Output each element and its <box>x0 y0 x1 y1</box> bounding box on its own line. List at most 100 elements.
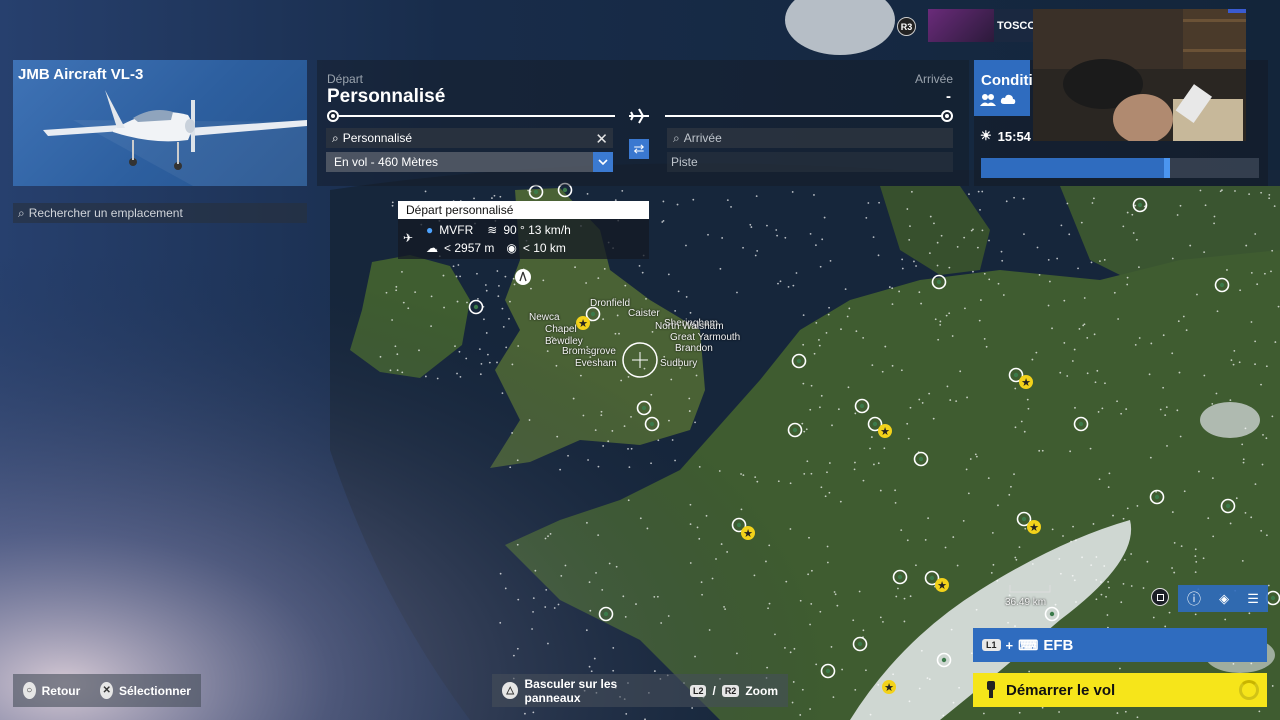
airfield-dot <box>873 463 875 466</box>
major-airport-marker[interactable]: ★ <box>882 680 896 694</box>
airfield-dot <box>815 321 818 324</box>
layers-icon[interactable]: ◈ <box>1219 591 1229 607</box>
conditions-tab[interactable]: Conditi <box>974 60 1033 116</box>
airfield-dot <box>894 501 897 504</box>
airfield-dot <box>754 254 757 257</box>
chevron-down-icon[interactable] <box>593 152 613 172</box>
major-airport-marker[interactable]: ★ <box>576 316 590 330</box>
airfield-dot <box>1091 202 1094 204</box>
airfield-dot <box>602 318 605 321</box>
airfield-dot <box>818 344 821 347</box>
airfield-dot <box>944 546 947 549</box>
airfield-dot <box>556 435 559 438</box>
flight-rules-dot-icon: ● <box>426 223 434 237</box>
airfield-dot <box>559 468 562 471</box>
airfield-dot <box>1199 189 1202 192</box>
airfield-dot <box>516 543 519 546</box>
airfield-dot <box>1098 478 1101 481</box>
airfield-dot <box>828 491 831 494</box>
airfield-dot <box>1066 375 1069 377</box>
airfield-dot <box>708 629 711 631</box>
departure-label: Départ <box>327 72 364 86</box>
major-airport-marker[interactable]: ★ <box>1027 520 1041 534</box>
airfield-dot <box>689 562 692 564</box>
arrival-search-input[interactable]: ⌕ Arrivée <box>667 128 953 148</box>
back-button[interactable]: Retour <box>42 684 81 698</box>
airfield-dot <box>1070 540 1072 543</box>
airfield-dot <box>1182 315 1185 318</box>
airfield-dot <box>895 595 898 598</box>
airfield-dot <box>939 320 942 323</box>
airfield-dot <box>1024 527 1027 530</box>
svg-text:★: ★ <box>884 682 894 694</box>
aircraft-card[interactable]: JMB Aircraft VL-3 <box>13 60 307 186</box>
airfield-dot <box>983 272 986 275</box>
airfield-dot <box>779 280 782 283</box>
efb-button[interactable]: L1 + ⌨ EFB <box>973 628 1267 662</box>
airfield-dot <box>802 343 805 346</box>
start-flight-button[interactable]: Démarrer le vol <box>973 673 1267 707</box>
airfield-dot <box>418 349 420 352</box>
airfield-dot <box>1086 372 1089 375</box>
info-icon[interactable]: ⓘ <box>1187 589 1201 609</box>
select-button[interactable]: Sélectionner <box>119 684 191 698</box>
airfield-dot <box>454 345 456 348</box>
airfield-dot <box>818 339 820 341</box>
departure-altitude-select[interactable]: En vol - 460 Mètres <box>326 152 613 172</box>
stream-tag: TOSCO <box>928 9 1036 42</box>
airfield-dot <box>1250 321 1253 323</box>
airfield-dot <box>819 265 822 268</box>
airfield-dot <box>707 233 709 236</box>
toggle-panels-button[interactable]: Basculer sur les panneaux <box>524 677 671 705</box>
swap-departure-arrival-button[interactable]: ⇄ <box>629 139 649 159</box>
airfield-dot <box>623 425 626 428</box>
airfield-dot <box>696 526 699 529</box>
airfield-dot <box>932 417 935 420</box>
major-airport-marker[interactable]: ★ <box>741 526 755 540</box>
airfield-dot <box>694 421 696 424</box>
time-slider-handle[interactable] <box>1164 158 1171 178</box>
airfield-dot <box>1081 556 1083 559</box>
airfield-dot <box>951 335 954 337</box>
zoom-button[interactable]: Zoom <box>745 684 778 698</box>
airfield-dot <box>865 216 868 219</box>
airfield-dot <box>854 461 856 464</box>
arrival-runway-input[interactable]: Piste <box>667 152 953 172</box>
airfield-dot <box>978 319 981 322</box>
airfield-dot <box>920 302 923 305</box>
airfield-dot <box>414 291 417 294</box>
airfield-dot <box>512 654 515 657</box>
airfield-dot <box>1015 558 1018 561</box>
time-of-day-slider[interactable] <box>981 158 1259 178</box>
airfield-dot <box>767 607 769 610</box>
major-airport-marker[interactable]: ★ <box>935 578 949 592</box>
airfield-dot <box>479 373 482 376</box>
svg-text:★: ★ <box>880 426 890 438</box>
airfield-dot <box>674 459 676 462</box>
airfield-dot <box>1041 706 1044 709</box>
location-search-input[interactable]: ⌕ Rechercher un emplacement <box>13 203 307 223</box>
airfield-dot <box>803 472 806 475</box>
airfield-dot <box>589 609 592 612</box>
close-icon[interactable]: ✕ <box>595 130 608 148</box>
airfield-dot <box>1123 558 1126 561</box>
airfield-dot <box>1265 534 1268 537</box>
airfield-dot <box>1271 685 1274 687</box>
airfield-dot <box>1126 283 1129 286</box>
major-airport-marker[interactable]: ★ <box>878 424 892 438</box>
airfield-dot <box>1080 221 1083 224</box>
time-of-day: 15:54 <box>997 128 1031 144</box>
airfield-dot <box>688 397 691 400</box>
stop-icon[interactable] <box>1151 588 1169 606</box>
settings-sliders-icon[interactable]: ☰ <box>1247 591 1259 607</box>
airfield-dot <box>809 408 812 411</box>
airfield-dot <box>1027 407 1030 410</box>
airfield-dot <box>1120 601 1123 604</box>
navigation-hints-bar: ○ Retour ✕ Sélectionner <box>13 674 201 707</box>
departure-search-input[interactable]: ⌕ Personnalisé ✕ <box>326 128 613 148</box>
major-airport-marker[interactable]: ★ <box>1019 375 1033 389</box>
airfield-dot <box>607 440 610 443</box>
airfield-dot <box>502 326 505 328</box>
airfield-dot <box>612 647 615 649</box>
airfield-dot <box>736 291 738 294</box>
